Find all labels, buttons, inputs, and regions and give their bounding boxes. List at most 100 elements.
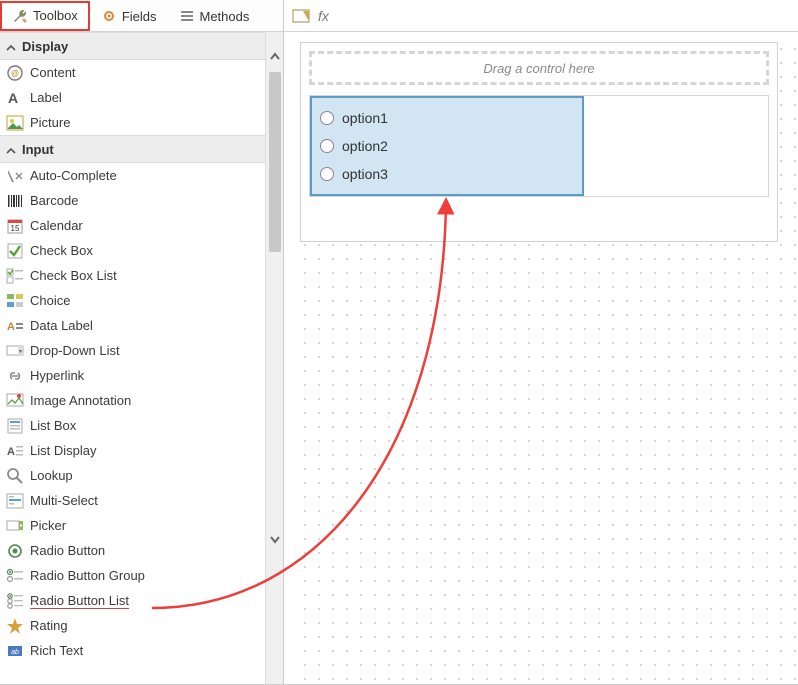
toolbox-item-label: Drop-Down List — [30, 343, 120, 358]
toolbox-item-label[interactable]: ALabel — [0, 85, 265, 110]
radio-icon — [6, 542, 24, 560]
toolbox-item-label: List Box — [30, 418, 76, 433]
lookup-icon — [6, 467, 24, 485]
fx-icon[interactable]: fx — [318, 8, 329, 24]
scroll-up-icon[interactable] — [268, 50, 282, 64]
toolbox-item-picker[interactable]: Picker — [0, 513, 265, 538]
chevron-up-icon — [6, 41, 16, 51]
svg-text:A: A — [7, 321, 15, 333]
chevron-up-icon — [6, 144, 16, 154]
toolbox-item-rating[interactable]: Rating — [0, 613, 265, 638]
panel-tabs: Toolbox Fields Methods — [0, 0, 283, 32]
toolbox-item-choice[interactable]: Choice — [0, 288, 265, 313]
toolbox-item-auto-complete[interactable]: Auto-Complete — [0, 163, 265, 188]
toolbox-item-multi-select[interactable]: Multi-Select — [0, 488, 265, 513]
form-toggle-icon[interactable] — [292, 7, 310, 25]
radio-option[interactable]: option2 — [320, 132, 574, 160]
section-input[interactable]: Input — [0, 135, 265, 163]
designer-panel: fx Drag a control here option1 — [284, 0, 798, 684]
tab-label: Fields — [122, 9, 157, 24]
toolbox-item-label: Picker — [30, 518, 66, 533]
radiolist-icon — [6, 592, 24, 610]
toolbox-tree: Display @ Content ALabelPicture Input Auto… — [0, 32, 265, 684]
svg-text:A: A — [8, 90, 18, 106]
rating-icon — [6, 617, 24, 635]
svg-text:@: @ — [11, 69, 19, 78]
wrench-icon — [12, 8, 28, 24]
toolbox-item-content[interactable]: @ Content — [0, 60, 265, 85]
toolbox-item-label: List Display — [30, 443, 96, 458]
toolbox-item-radio-button-group[interactable]: Radio Button Group — [0, 563, 265, 588]
toolbox-item-label: Auto-Complete — [30, 168, 117, 183]
radio-option[interactable]: option3 — [320, 160, 574, 188]
toolbox-item-picture[interactable]: Picture — [0, 110, 265, 135]
toolbox-item-hyperlink[interactable]: Hyperlink — [0, 363, 265, 388]
svg-text:ab: ab — [11, 649, 19, 656]
toolbox-item-label: Lookup — [30, 468, 73, 483]
toolbox-item-label: Barcode — [30, 193, 78, 208]
radio-icon — [320, 167, 334, 181]
section-display[interactable]: Display — [0, 32, 265, 60]
drop-hint: Drag a control here — [483, 61, 594, 76]
scroll-thumb[interactable] — [269, 72, 281, 252]
toolbox-item-image-annotation[interactable]: Image Annotation — [0, 388, 265, 413]
toolbox-item-barcode[interactable]: Barcode — [0, 188, 265, 213]
radio-icon — [320, 139, 334, 153]
label-icon: A — [6, 89, 24, 107]
radio-label: option1 — [342, 110, 388, 126]
toolbox-item-list-box[interactable]: List Box — [0, 413, 265, 438]
radio-button-list-control[interactable]: option1 option2 option3 — [310, 96, 584, 196]
radio-label: option3 — [342, 166, 388, 182]
imageannot-icon — [6, 392, 24, 410]
svg-text:15: 15 — [11, 224, 20, 233]
tab-fields[interactable]: Fields — [90, 1, 168, 31]
drop-zone[interactable]: Drag a control here — [309, 51, 769, 85]
toolbox-item-calendar[interactable]: 15 Calendar — [0, 213, 265, 238]
toolbox-item-label: Radio Button Group — [30, 568, 145, 583]
fields-icon — [101, 8, 117, 24]
toolbox-item-label: Radio Button — [30, 543, 105, 558]
tab-toolbox[interactable]: Toolbox — [0, 1, 90, 31]
picker-icon — [6, 517, 24, 535]
listbox-icon — [6, 417, 24, 435]
toolbox-item-radio-button[interactable]: Radio Button — [0, 538, 265, 563]
toolbox-item-data-label[interactable]: AData Label — [0, 313, 265, 338]
section-label: Display — [22, 39, 68, 54]
toolbox-item-label: Rating — [30, 618, 68, 633]
checkboxlist-icon — [6, 267, 24, 285]
toolbox-item-list-display[interactable]: AList Display — [0, 438, 265, 463]
toolbox-item-label: Multi-Select — [30, 493, 98, 508]
checkbox-icon — [6, 242, 24, 260]
toolbox-item-label: Choice — [30, 293, 70, 308]
empty-cell[interactable] — [584, 96, 768, 196]
choice-icon — [6, 292, 24, 310]
toolbox-item-radio-button-list[interactable]: Radio Button List — [0, 588, 265, 613]
tab-methods[interactable]: Methods — [168, 1, 261, 31]
toolbox-item-label: Radio Button List — [30, 593, 129, 609]
multiselect-icon — [6, 492, 24, 510]
toolbox-item-drop-down-list[interactable]: Drop-Down List — [0, 338, 265, 363]
datalabel-icon: A — [6, 317, 24, 335]
methods-icon — [179, 8, 195, 24]
designer-canvas[interactable]: Drag a control here option1 option2 — [284, 32, 798, 684]
input-items: Auto-CompleteBarcode15CalendarCheck BoxC… — [0, 163, 265, 663]
toolbox-item-lookup[interactable]: Lookup — [0, 463, 265, 488]
form-surface[interactable]: Drag a control here option1 option2 — [300, 42, 778, 242]
scroll-down-icon[interactable] — [268, 532, 282, 546]
toolbox-item-label: Content — [30, 65, 76, 80]
dropdown-icon — [6, 342, 24, 360]
toolbox-item-label: Hyperlink — [30, 368, 84, 383]
toolbox-item-check-box[interactable]: Check Box — [0, 238, 265, 263]
toolbox-item-check-box-list[interactable]: Check Box List — [0, 263, 265, 288]
toolbox-item-rich-text[interactable]: ab Rich Text — [0, 638, 265, 663]
form-row: option1 option2 option3 — [309, 95, 769, 197]
hyperlink-icon — [6, 367, 24, 385]
toolbox-item-label: Rich Text — [30, 643, 83, 658]
calendar-icon: 15 — [6, 217, 24, 235]
autocomplete-icon — [6, 167, 24, 185]
toolbox-item-label: Calendar — [30, 218, 83, 233]
radio-label: option2 — [342, 138, 388, 154]
radio-option[interactable]: option1 — [320, 104, 574, 132]
radio-icon — [320, 111, 334, 125]
scrollbar[interactable] — [265, 32, 283, 684]
